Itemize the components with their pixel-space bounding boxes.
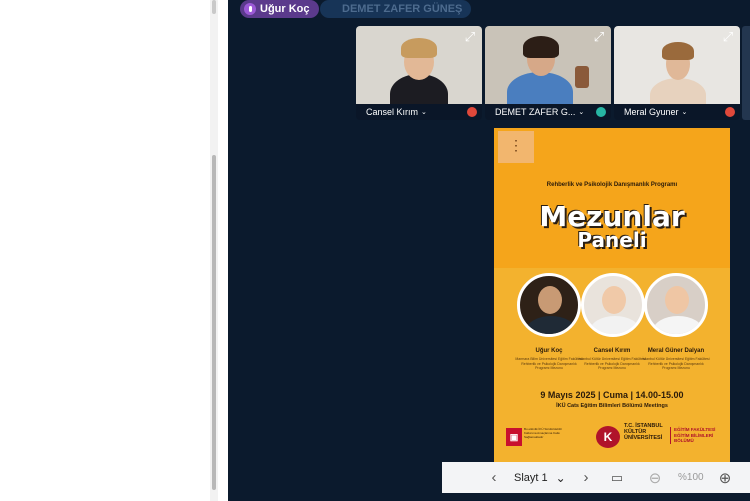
left-panel (0, 0, 228, 501)
slide-selector[interactable]: Slayt 1 ⌄ (514, 462, 566, 493)
zoom-level: %100 (678, 472, 704, 483)
scrollbar-thumb-top[interactable] (212, 0, 216, 14)
panelist-photo (517, 273, 581, 337)
slide-menu-icon[interactable]: ⋮ (498, 131, 534, 163)
university-name: T.C. İSTANBUL KÜLTÜR ÜNİVERSİTESİ (624, 423, 663, 441)
previous-slide-icon[interactable]: ‹ (484, 462, 504, 493)
sdg-logo-text: Bu etkinlik İKÜ Sürdürülebilir Kalkınma … (524, 427, 563, 439)
active-speaker-name: Uğur Koç (260, 3, 310, 15)
other-speaker-name: DEMET ZAFER GÜNEŞ (342, 3, 463, 15)
participant-name-bar: DEMET ZAFER G... ⌄ (485, 104, 611, 120)
mic-muted-icon (467, 107, 477, 117)
university-logo: K (596, 426, 620, 448)
active-speaker-chip: Uğur Koç (240, 0, 319, 18)
panelist-description: İstanbul Kültür Üniversitesi Eğitim Fakü… (578, 357, 646, 370)
expand-icon[interactable]: ⤢ (462, 30, 478, 44)
zoom-in-icon[interactable]: ⊕ (714, 462, 736, 493)
chevron-down-icon[interactable]: ⌄ (421, 108, 427, 116)
participant-tile[interactable]: ⤢ Cansel Kırım ⌄ (356, 26, 482, 120)
panelist-photo (581, 273, 645, 337)
participant-name-bar: Cansel Kırım ⌄ (356, 104, 482, 120)
panelist-description: İstanbul Kültür Üniversitesi Eğitim Fakü… (642, 357, 710, 370)
panelist-description: Marmara Bilim Üniversitesi Eğitim Fakült… (515, 357, 583, 370)
shared-slide: ⋮ Rehberlik ve Psikolojik Danışmanlık Pr… (494, 128, 730, 462)
zoom-out-icon[interactable]: ⊖ (644, 462, 666, 493)
panelist-photo (644, 273, 708, 337)
participant-name: Meral Gyuner (624, 107, 679, 117)
chevron-down-icon[interactable]: ⌄ (682, 108, 688, 116)
poster-title-line2: Paneli (577, 228, 647, 252)
mic-icon (244, 3, 256, 15)
participant-name-bar: Meral Gyuner ⌄ (614, 104, 740, 120)
chevron-down-icon[interactable]: ⌄ (578, 108, 584, 116)
next-slide-icon[interactable]: › (576, 462, 596, 493)
faculty-name: EĞİTİM FAKÜLTESİ EĞİTİM BİLİMLERİ BÖLÜMÜ (670, 427, 726, 444)
image-icon[interactable]: ▭ (606, 462, 628, 493)
expand-icon[interactable]: ⤢ (591, 30, 607, 44)
chevron-down-icon[interactable]: ⌄ (556, 471, 566, 485)
left-scrollbar[interactable] (210, 0, 218, 501)
participant-tile[interactable]: ⤢ DEMET ZAFER G... ⌄ (485, 26, 611, 120)
participant-strip-overflow[interactable] (742, 26, 750, 120)
sdg-logo: ▣ (506, 428, 522, 446)
panelist-name: Meral Güner Dalyan (647, 348, 705, 354)
program-name: Rehberlik ve Psikolojik Danışmanlık Prog… (546, 182, 678, 188)
mic-muted-icon (725, 107, 735, 117)
slide-toolbar: ‹ Slayt 1 ⌄ › ▭ ⊖ %100 ⊕ (442, 462, 750, 493)
slide-label: Slayt 1 (514, 471, 548, 484)
scrollbar-thumb[interactable] (212, 155, 216, 490)
other-speaker-chip: DEMET ZAFER GÜNEŞ (320, 0, 472, 18)
expand-icon[interactable]: ⤢ (720, 30, 736, 44)
participant-tile[interactable]: ⤢ Meral Gyuner ⌄ (614, 26, 740, 120)
participant-name: DEMET ZAFER G... (495, 107, 576, 117)
event-date: 9 Mayıs 2025 | Cuma | 14.00-15.00 (540, 390, 684, 400)
participant-name: Cansel Kırım (366, 107, 419, 117)
mic-on-icon (596, 107, 606, 117)
event-venue: İKÜ Cats Eğitim Bilimleri Bölümü Meeting… (556, 403, 668, 409)
